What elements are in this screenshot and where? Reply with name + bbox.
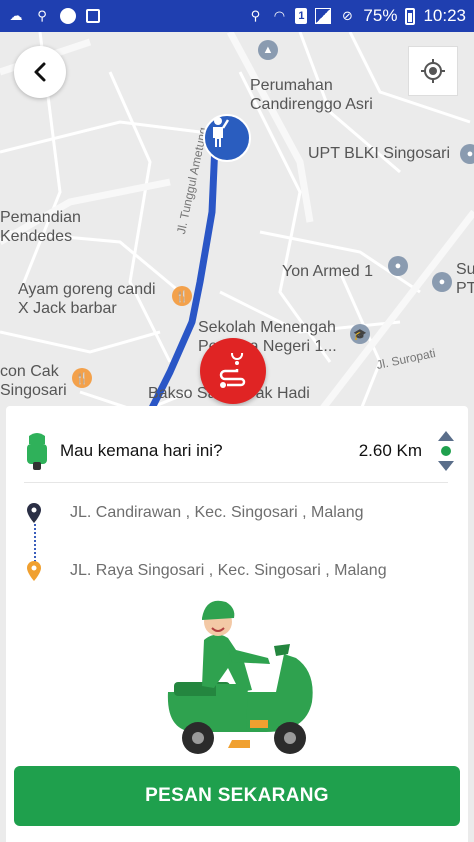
poi-icon: ● [388,256,408,276]
trip-question: Mau kemana hari ini? [60,441,223,460]
map-label-pemandian: Pemandian Kendedes [0,209,81,245]
status-system: ⚲ ◠ 1 ⊘ 75% 10:23 [247,6,466,26]
restaurant-icon: 🍴 [72,368,92,388]
wifi-icon: ◠ [273,8,286,23]
weather-icon: ☁ [9,8,23,23]
poi-icon: ▲ [258,40,278,60]
map-label-con-cak: con Cak Singosari [0,363,67,399]
destination-row[interactable]: JL. Raya Singosari , Kec. Singosari , Ma… [24,560,387,582]
route-connector [34,524,36,562]
order-now-button[interactable]: PESAN SEKARANG [14,766,460,826]
crosshair-icon [421,59,445,83]
back-arrow-icon [34,62,46,82]
map-label-ayam-goreng: Ayam goreng candi X Jack barbar [18,281,156,317]
image-icon [86,9,100,23]
green-dot-icon [441,446,451,456]
scooter-icon [24,432,50,470]
my-location-button[interactable] [408,46,458,96]
signal-icon [315,8,332,24]
map-label-perumahan: Perumahan Candirenggo Asri [250,77,373,113]
app-notification-icon [60,8,76,24]
status-notifications: ☁ ⚲ [8,8,100,24]
screen: ☁ ⚲ ⚲ ◠ 1 ⊘ 75% 10:23 Perumahan Candiren… [0,0,474,842]
do-not-disturb-icon: ⊘ [341,8,353,23]
battery-icon [405,7,416,25]
map-label-su-pt: Su PT [456,261,474,297]
pickup-person-pin [203,114,251,162]
route-icon [219,353,246,388]
person-icon [213,117,230,147]
rider-scooter-illustration [167,600,313,754]
restaurant-icon: 🍴 [172,286,192,306]
sim-icon: 1 [295,8,308,24]
back-button[interactable] [14,46,66,98]
origin-pin-icon [27,503,41,523]
arrow-up-icon[interactable] [438,431,454,441]
school-icon: 🎓 [350,324,370,344]
distance-stepper[interactable] [436,431,456,471]
status-bar: ☁ ⚲ ⚲ ◠ 1 ⊘ 75% 10:23 [0,0,474,32]
trip-summary: Mau kemana hari ini? 2.60 Km [24,426,456,476]
destination-address[interactable]: JL. Raya Singosari , Kec. Singosari , Ma… [70,562,387,580]
usb-icon: ⚲ [37,8,47,23]
map-label-upt-blki: UPT BLKI Singosari [308,145,450,162]
poi-icon: ● [432,272,452,292]
arrow-down-icon[interactable] [438,461,454,471]
trip-distance: 2.60 Km [358,441,422,460]
route-button[interactable] [200,338,266,404]
booking-sheet: Mau kemana hari ini? 2.60 Km JL. Candira… [6,406,468,842]
battery-percent: 75% [363,6,398,25]
origin-address[interactable]: JL. Candirawan , Kec. Singosari , Malang [70,504,363,522]
map-label-yon-armed: Yon Armed 1 [282,263,374,280]
divider [24,482,448,483]
destination-pin-icon [27,561,41,581]
location-icon: ⚲ [250,8,261,23]
origin-row[interactable]: JL. Candirawan , Kec. Singosari , Malang [24,502,363,524]
poi-icon: ● [460,144,474,164]
clock: 10:23 [423,6,466,25]
